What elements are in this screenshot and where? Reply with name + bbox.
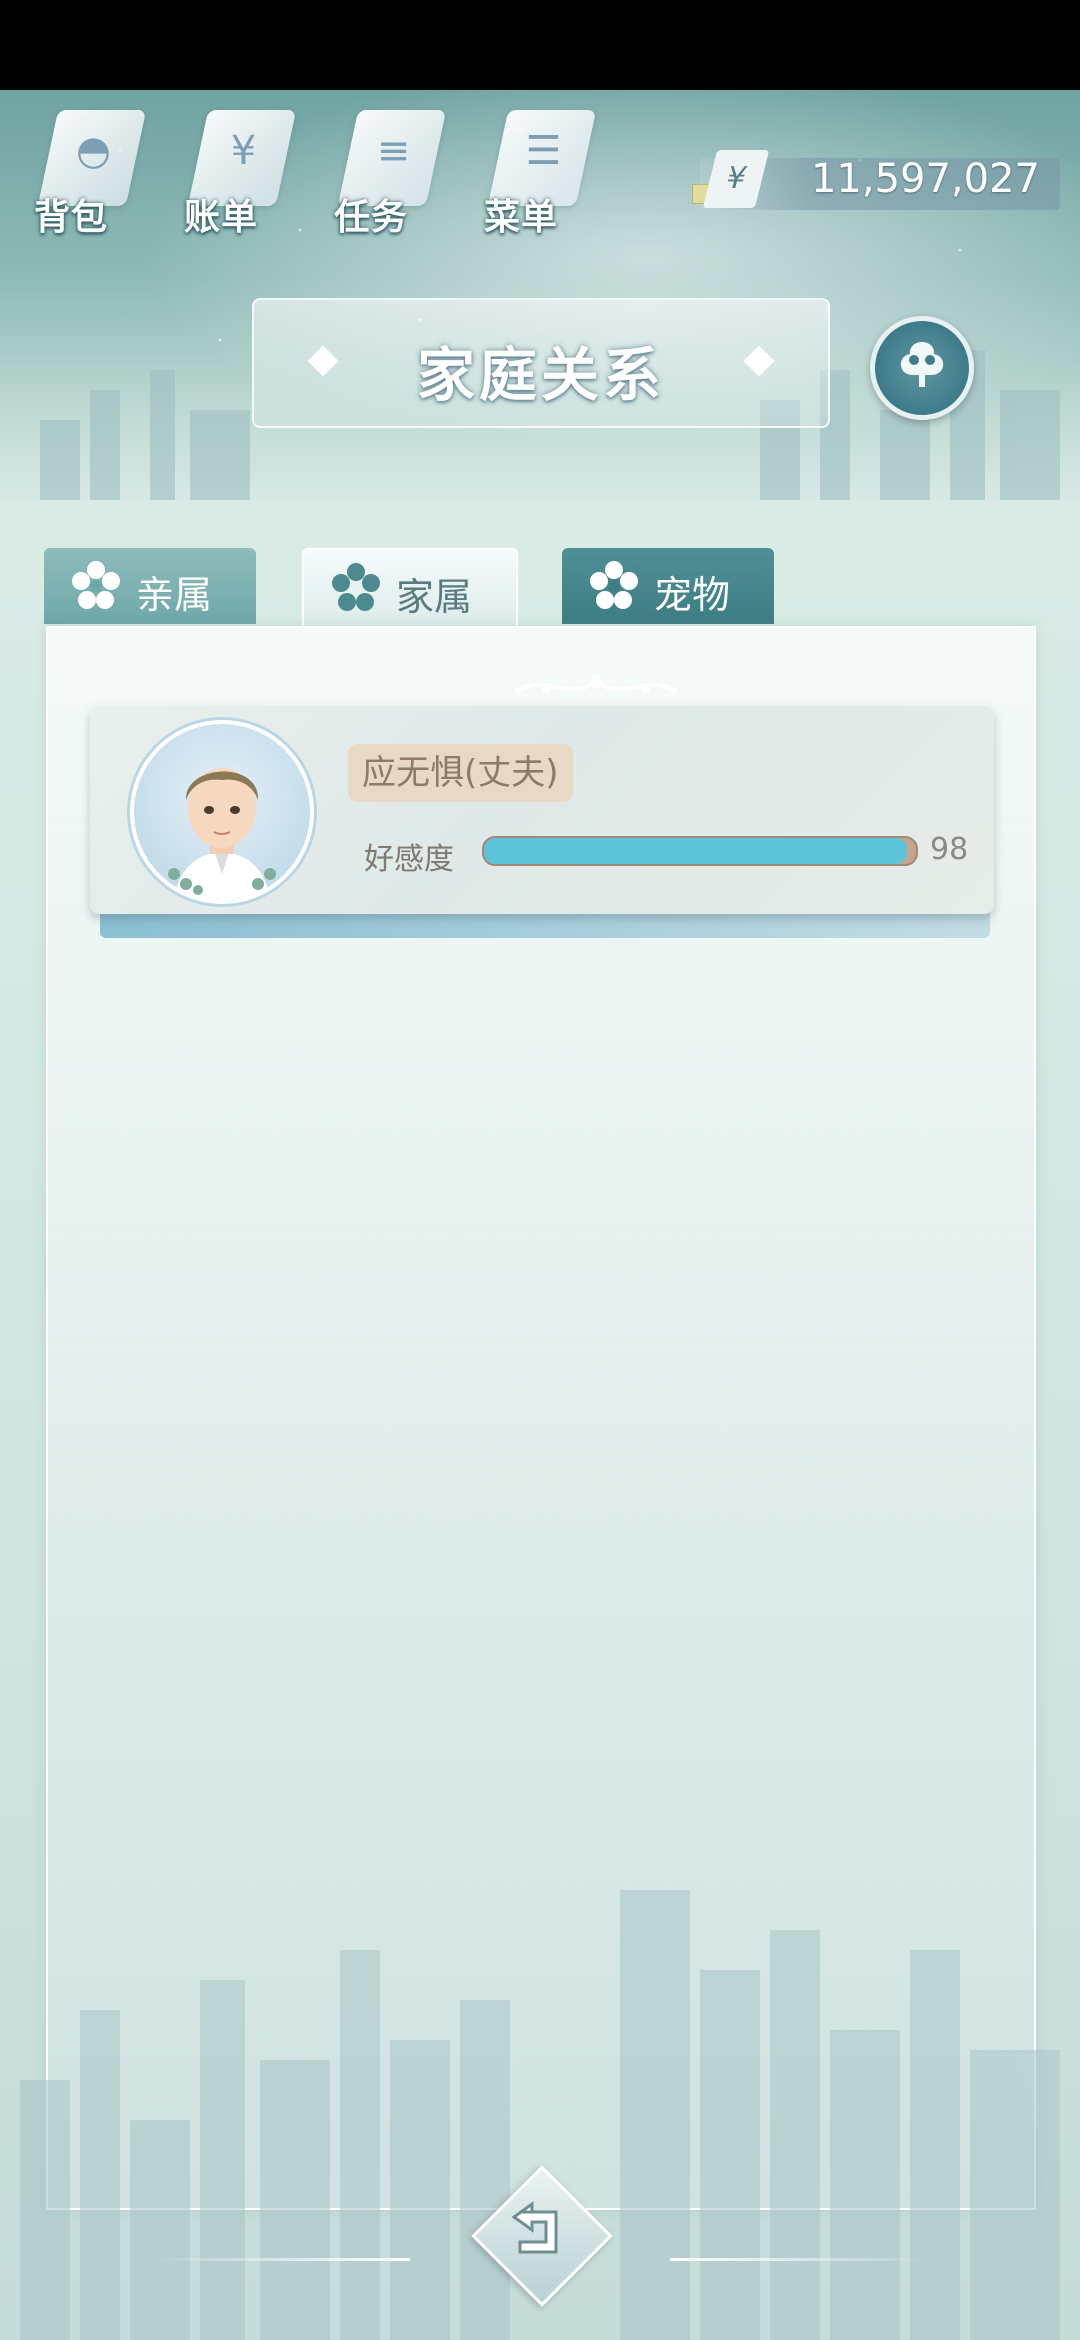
menu-button[interactable]: ☰ 菜单 [470,100,602,240]
tab-pets-label: 宠物 [654,573,731,617]
avatar[interactable] [130,720,314,904]
bag-label: 背包 [34,197,109,238]
footer-deco-left [150,2258,410,2261]
family-tree-icon [900,342,944,387]
bill-label: 账单 [184,197,259,238]
affinity-value: 98 [930,832,969,867]
flower-icon [72,561,120,609]
flower-icon [332,563,380,611]
currency-value: 11,597,027 [810,156,1040,202]
tab-pets[interactable]: 宠物 [562,548,774,624]
scroll-ornament-icon [514,676,678,694]
bill-button[interactable]: ¥ 账单 [170,100,302,240]
member-name-tag: 应无惧(丈夫) [348,744,573,802]
top-navigation: ◓ 背包 ¥ 账单 ≡ 任务 ☰ 菜单 [20,100,602,240]
page-title-frame: 家庭关系 [252,298,830,428]
status-bar [0,0,1080,90]
husband-portrait-icon [168,768,276,900]
affinity-label: 好感度 [364,842,454,877]
family-tree-button[interactable] [870,316,974,420]
tab-family[interactable]: 家属 [302,548,518,630]
flower-icon [590,561,638,609]
affinity-bar-fill [484,838,908,864]
tab-relatives[interactable]: 亲属 [44,548,256,624]
family-member-card[interactable]: 应无惧(丈夫) 好感度 98 [90,706,994,914]
task-label: 任务 [334,197,409,238]
bag-button[interactable]: ◓ 背包 [20,100,152,240]
tab-family-label: 家属 [396,575,473,619]
back-button[interactable] [471,2165,613,2307]
menu-label: 菜单 [484,197,559,238]
back-arrow-icon [511,2201,558,2254]
footer-deco-right [670,2258,930,2261]
affinity-bar [482,836,918,866]
task-button[interactable]: ≡ 任务 [320,100,452,240]
tab-relatives-label: 亲属 [136,573,213,617]
page-title: 家庭关系 [416,341,665,409]
